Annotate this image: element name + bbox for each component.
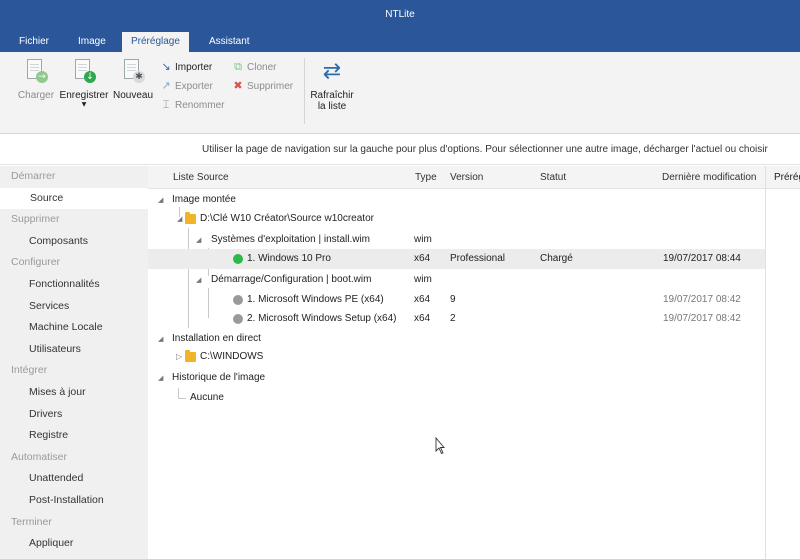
tree-row-historique[interactable]: ◢ Historique de l'image xyxy=(148,368,765,388)
tree-row-image-montee[interactable]: ◢ Image montée xyxy=(148,190,765,210)
load-button[interactable]: → Charger xyxy=(16,58,56,101)
chevron-down-icon[interactable]: ▼ xyxy=(56,101,112,109)
tree-row-install-wim[interactable]: ◢ Systèmes d'exploitation | install.wim … xyxy=(148,230,765,250)
ribbon: → Charger ↓ Enregistrer ▼ ✱ Nouveau ↘ Imp… xyxy=(0,52,800,134)
folder-icon xyxy=(185,212,196,224)
delete-icon: ✖ xyxy=(233,79,243,92)
new-button[interactable]: ✱ Nouveau xyxy=(112,58,154,101)
collapse-icon[interactable]: ◢ xyxy=(158,368,163,388)
nav-item-post-installation[interactable]: Post-Installation xyxy=(0,490,148,512)
collapse-icon[interactable]: ◢ xyxy=(177,209,182,229)
refresh-icon: ⇄ xyxy=(322,59,342,84)
tab-assistant[interactable]: Assistant xyxy=(200,32,259,52)
rename-button[interactable]: ⌶ Renommer xyxy=(160,97,225,112)
tree-line xyxy=(178,398,186,399)
nav-item-appliquer[interactable]: Appliquer xyxy=(0,533,148,555)
tab-image[interactable]: Image xyxy=(69,32,115,52)
preset-panel: Prérég xyxy=(765,166,800,559)
tab-preglage[interactable]: Préréglage xyxy=(122,32,189,52)
nav-item-machine-locale[interactable]: Machine Locale xyxy=(0,317,148,339)
save-preset-icon: ↓ xyxy=(71,58,97,86)
ribbon-separator xyxy=(304,58,305,124)
mouse-pointer-icon xyxy=(435,437,445,455)
column-header-version[interactable]: Version xyxy=(450,172,483,183)
tree-row-windows-pe[interactable]: 1. Microsoft Windows PE (x64) x64 9 19/0… xyxy=(148,290,765,310)
column-headers: Liste Source Type Version Statut Dernièr… xyxy=(148,166,765,189)
column-header-modified[interactable]: Dernière modification xyxy=(662,172,757,183)
nav-section-terminer: Terminer xyxy=(11,515,52,528)
info-text: Utiliser la page de navigation sur la ga… xyxy=(202,144,768,155)
source-list: Liste Source Type Version Statut Dernièr… xyxy=(148,166,765,559)
info-bar: Utiliser la page de navigation sur la ga… xyxy=(0,134,800,165)
tree-row-c-windows[interactable]: ▷ C:\WINDOWS xyxy=(148,347,765,367)
tree-row-aucune[interactable]: Aucune xyxy=(148,388,765,408)
nav-section-supprimer: Supprimer xyxy=(11,213,60,226)
nav-item-fonctionnalites[interactable]: Fonctionnalités xyxy=(0,274,148,296)
collapse-icon[interactable]: ◢ xyxy=(158,190,163,210)
clone-icon: ⧉ xyxy=(234,60,242,73)
load-preset-icon: → xyxy=(23,58,49,86)
status-unloaded-icon xyxy=(233,295,243,305)
column-header-status[interactable]: Statut xyxy=(540,172,566,183)
nav-item-drivers[interactable]: Drivers xyxy=(0,404,148,426)
nav-item-registre[interactable]: Registre xyxy=(0,425,148,447)
tree-row-installation-directe[interactable]: ◢ Installation en direct xyxy=(148,329,765,349)
nav-item-composants[interactable]: Composants xyxy=(0,231,148,253)
import-button[interactable]: ↘ Importer xyxy=(160,59,212,74)
tree-row-windows-setup[interactable]: 2. Microsoft Windows Setup (x64) x64 2 1… xyxy=(148,309,765,329)
collapse-icon[interactable]: ◢ xyxy=(158,329,163,349)
title-bar: NTLite xyxy=(0,0,800,32)
ribbon-tabs: Fichier Image Préréglage Assistant xyxy=(0,32,800,52)
export-button[interactable]: ↗ Exporter xyxy=(160,78,212,93)
collapse-icon[interactable]: ◢ xyxy=(196,270,201,290)
status-unloaded-icon xyxy=(233,314,243,324)
delete-button[interactable]: ✖ Supprimer xyxy=(232,78,293,93)
folder-icon xyxy=(185,350,196,362)
nav-item-utilisateurs[interactable]: Utilisateurs xyxy=(0,339,148,361)
nav-item-mises-a-jour[interactable]: Mises à jour xyxy=(0,382,148,404)
column-header-type[interactable]: Type xyxy=(415,172,437,183)
nav-section-automatiser: Automatiser xyxy=(11,450,68,463)
tab-fichier[interactable]: Fichier xyxy=(10,32,58,52)
save-button[interactable]: ↓ Enregistrer ▼ xyxy=(56,58,112,109)
column-header-source[interactable]: Liste Source xyxy=(173,172,229,183)
import-icon: ↘ xyxy=(161,60,171,73)
tree-row-folder-source[interactable]: ◢ D:\Clé W10 Créator\Source w10creator xyxy=(148,209,765,229)
export-icon: ↗ xyxy=(161,79,171,92)
collapse-icon[interactable]: ◢ xyxy=(196,230,201,250)
nav-item-unattended[interactable]: Unattended xyxy=(0,468,148,490)
nav-item-services[interactable]: Services xyxy=(0,296,148,318)
expand-icon[interactable]: ▷ xyxy=(176,347,182,367)
navigation-panel: Démarrer Source Supprimer Composants Con… xyxy=(0,166,148,559)
nav-section-configurer: Configurer xyxy=(11,256,61,269)
window-title: NTLite xyxy=(385,9,415,20)
clone-button[interactable]: ⧉ Cloner xyxy=(232,59,276,74)
tree-row-boot-wim[interactable]: ◢ Démarrage/Configuration | boot.wim wim xyxy=(148,270,765,290)
preset-panel-header: Prérég xyxy=(766,166,800,189)
nav-section-integrer: Intégrer xyxy=(11,364,48,377)
nav-item-source[interactable]: Source xyxy=(0,187,148,210)
status-loaded-icon xyxy=(233,254,243,264)
tree-row-windows-10-pro[interactable]: 1. Windows 10 Pro x64 Professional Charg… xyxy=(148,249,765,269)
rename-icon: ⌶ xyxy=(162,98,170,111)
new-preset-icon: ✱ xyxy=(120,58,146,86)
refresh-button[interactable]: ⇄ Rafraîchir la liste xyxy=(307,58,357,112)
nav-section-demarrer: Démarrer xyxy=(11,170,56,182)
